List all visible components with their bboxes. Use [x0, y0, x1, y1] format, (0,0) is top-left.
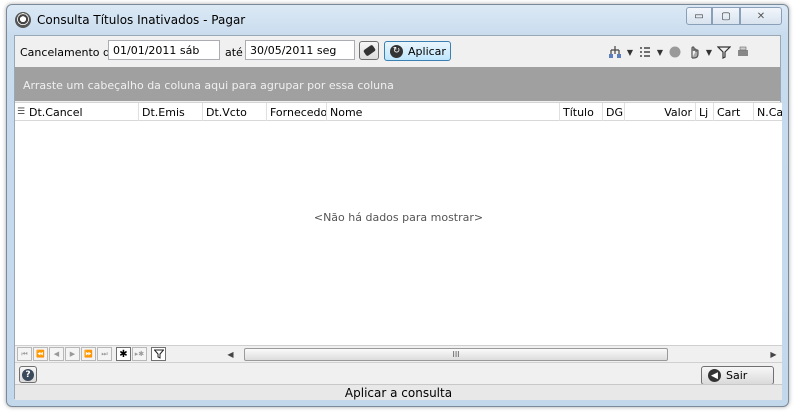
app-icon — [15, 12, 31, 28]
column-header[interactable]: Dt.Cancel — [26, 103, 139, 121]
exit-button[interactable]: ◀ Sair — [701, 366, 774, 385]
empty-grid-message: <Não há dados para mostrar> — [313, 211, 484, 224]
hierarchy-dropdown-icon[interactable]: ▼ — [626, 44, 634, 60]
hierarchy-icon[interactable] — [607, 44, 623, 60]
hand-icon[interactable] — [686, 44, 702, 60]
column-header[interactable]: Nome — [327, 103, 560, 121]
exit-label: Sair — [726, 369, 748, 382]
apply-label: Aplicar — [408, 44, 446, 58]
column-header[interactable]: Dt.Emis — [139, 103, 203, 121]
scroll-thumb[interactable]: III — [244, 348, 668, 361]
close-button[interactable]: ✕ — [740, 7, 782, 25]
filter-toolbar: Cancelamento de 01/01/2011 sáb até 30/05… — [15, 36, 780, 66]
until-label: até — [225, 46, 243, 59]
column-header[interactable]: N.Ca — [754, 103, 782, 121]
clear-button[interactable] — [359, 41, 379, 60]
next-page-icon[interactable]: ⏩ — [81, 347, 96, 361]
status-dot-icon[interactable] — [667, 44, 683, 60]
prev-page-icon[interactable]: ⏪ — [33, 347, 48, 361]
help-button[interactable]: ? — [19, 366, 37, 383]
column-header[interactable]: Título — [560, 103, 603, 121]
window-title: Consulta Títulos Inativados - Pagar — [37, 13, 246, 27]
grid-navigator: ⏮ ⏪ ◀ ▶ ⏩ ⏭ ✱ ▸✱ ◀ III ▶ — [15, 345, 782, 362]
bottom-bar: ? ◀ Sair — [15, 362, 782, 385]
grid-filter-icon[interactable] — [151, 347, 166, 361]
column-header[interactable]: Fornecedor — [267, 103, 327, 121]
data-grid[interactable]: ☰ Dt.Cancel Dt.Emis Dt.Vcto Fornecedor N… — [15, 102, 782, 345]
grid-header: ☰ Dt.Cancel Dt.Emis Dt.Vcto Fornecedor N… — [15, 103, 782, 121]
column-header[interactable]: Cart — [714, 103, 754, 121]
date-from-input[interactable]: 01/01/2011 sáb — [108, 40, 220, 60]
hand-dropdown-icon[interactable]: ▼ — [705, 44, 713, 60]
next-record-icon[interactable]: ▶ — [65, 347, 80, 361]
eraser-icon — [362, 44, 376, 57]
list-options-icon[interactable] — [637, 44, 653, 60]
print-icon[interactable] — [735, 44, 751, 60]
filter-icon[interactable] — [716, 44, 732, 60]
column-header[interactable]: Valor — [625, 103, 696, 121]
minimize-button[interactable]: ▭ — [686, 7, 712, 25]
first-page-icon[interactable]: ⏮ — [17, 347, 32, 361]
scroll-right-icon[interactable]: ▶ — [766, 347, 781, 362]
status-bar: Aplicar a consulta — [15, 384, 782, 400]
insert-record-icon[interactable]: ✱ — [116, 347, 131, 361]
scroll-left-icon[interactable]: ◀ — [223, 347, 238, 362]
column-header[interactable]: DG — [603, 103, 625, 121]
apply-icon: ↻ — [390, 44, 403, 58]
title-bar: Consulta Títulos Inativados - Pagar ▭ ▢ … — [7, 5, 788, 35]
window-controls: ▭ ▢ ✕ — [686, 7, 782, 27]
toolbar-icons: ▼ ▼ ▼ — [607, 44, 751, 60]
column-header[interactable]: Lj — [696, 103, 714, 121]
prev-record-icon[interactable]: ◀ — [49, 347, 64, 361]
horizontal-scrollbar[interactable]: ◀ III ▶ — [219, 347, 781, 362]
cancel-label: Cancelamento de — [20, 46, 117, 59]
column-menu-icon[interactable]: ☰ — [17, 107, 25, 117]
column-header[interactable]: Dt.Vcto — [203, 103, 267, 121]
list-dropdown-icon[interactable]: ▼ — [656, 44, 664, 60]
date-to-input[interactable]: 30/05/2011 seg — [245, 40, 355, 60]
maximize-button[interactable]: ▢ — [712, 7, 740, 25]
group-by-panel[interactable]: Arraste um cabeçalho da coluna aqui para… — [15, 67, 780, 101]
main-window: Consulta Títulos Inativados - Pagar ▭ ▢ … — [6, 4, 789, 407]
insert-after-icon[interactable]: ▸✱ — [132, 347, 147, 361]
exit-icon: ◀ — [708, 369, 721, 382]
apply-button[interactable]: ↻ Aplicar — [384, 41, 451, 61]
last-page-icon[interactable]: ⏭ — [97, 347, 112, 361]
help-icon: ? — [22, 368, 34, 381]
client-area: Cancelamento de 01/01/2011 sáb até 30/05… — [14, 35, 782, 400]
